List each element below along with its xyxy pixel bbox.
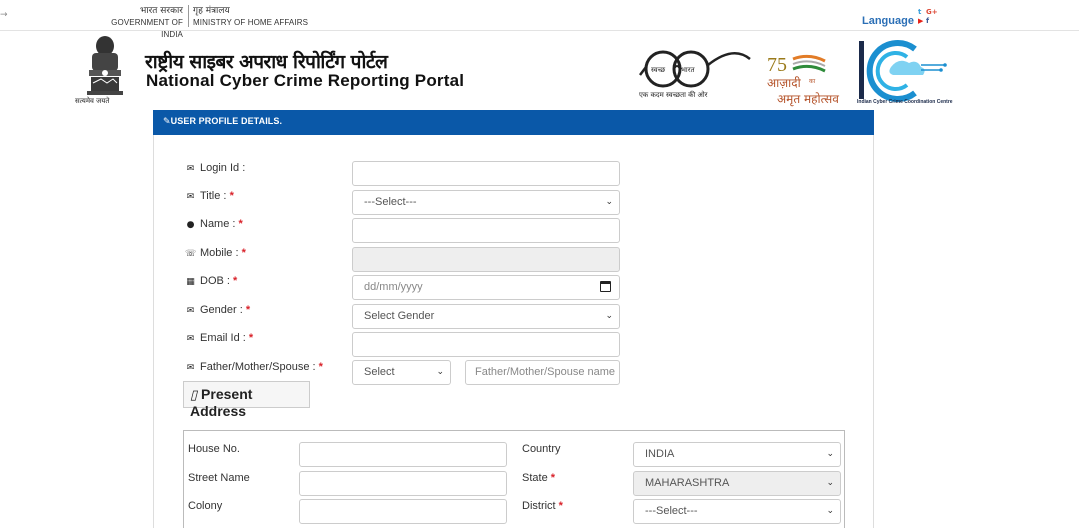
chevron-down-icon: ⌄	[605, 311, 613, 321]
street-name-label: Street Name	[188, 472, 250, 484]
login-id-label: ✉ Login Id :	[186, 162, 246, 174]
envelope-icon: ✉	[186, 306, 195, 316]
edit-icon: ✎	[163, 117, 171, 127]
national-emblem-icon	[87, 36, 123, 95]
required-mark: *	[318, 361, 323, 373]
state-label: State *	[522, 472, 556, 484]
chevron-down-icon: ⌄	[605, 197, 613, 207]
chevron-down-icon: ⌄	[826, 506, 834, 516]
email-input[interactable]	[352, 332, 620, 357]
chevron-down-icon: ⌄	[436, 367, 444, 377]
portal-title: National Cyber Crime Reporting Portal	[146, 71, 465, 90]
required-mark: *	[233, 275, 238, 287]
language-link[interactable]: Language	[862, 15, 914, 27]
required-mark: *	[238, 218, 243, 230]
state-select[interactable]: MAHARASHTRA ⌄	[633, 471, 841, 496]
swachh-caption: एक कदम स्वच्छता की ओर	[639, 91, 708, 99]
mobile-input[interactable]	[352, 247, 620, 272]
gender-label: ✉ Gender : *	[186, 304, 251, 316]
google-plus-icon[interactable]: G+	[926, 9, 938, 16]
mobile-label: ☏ Mobile : *	[185, 247, 246, 259]
email-label: ✉ Email Id : *	[186, 332, 254, 344]
district-label: District *	[522, 500, 563, 512]
user-icon: ●	[186, 220, 195, 230]
title-label: ✉ Title : *	[186, 190, 234, 202]
azadi-ka: का	[809, 78, 816, 85]
gender-select[interactable]: Select Gender ⌄	[352, 304, 620, 329]
ministry-of-home-affairs: गृह मंत्रालय MINISTRY OF HOME AFFAIRS	[193, 5, 308, 29]
required-mark: *	[241, 247, 246, 259]
login-id-input[interactable]	[352, 161, 620, 186]
i4c-caption: Indian Cyber Crime Coordination Centre	[857, 99, 953, 105]
divider	[188, 5, 189, 27]
colony-input[interactable]	[299, 499, 507, 524]
country-select[interactable]: INDIA ⌄	[633, 442, 841, 467]
calendar-picker-icon[interactable]	[600, 281, 611, 292]
house-no-input[interactable]	[299, 442, 507, 467]
street-name-input[interactable]	[299, 471, 507, 496]
emblem-caption: सत्यमेव जयते	[75, 97, 110, 105]
chevron-down-icon: ⌄	[826, 478, 834, 488]
twitter-icon[interactable]: t	[918, 9, 921, 16]
house-no-label: House No.	[188, 443, 240, 455]
name-label: ● Name : *	[186, 218, 243, 230]
amrit-mahotsav-text: अमृत महोत्सव	[777, 92, 839, 107]
swachh-left-text: स्वच्छ	[651, 66, 666, 74]
required-mark: *	[558, 500, 563, 512]
required-mark: *	[229, 190, 234, 202]
country-label: Country	[522, 443, 561, 455]
title-select[interactable]: ---Select--- ⌄	[352, 190, 620, 215]
envelope-icon: ✉	[186, 164, 195, 174]
ministry-english: MINISTRY OF HOME AFFAIRS	[193, 18, 309, 27]
address-card-icon: ▯	[190, 387, 198, 402]
gov-hindi: भारत सरकार	[139, 6, 183, 16]
swachh-right-text: भारत	[681, 66, 696, 74]
calendar-icon: ▦	[186, 277, 195, 287]
envelope-icon: ✉	[186, 334, 195, 344]
required-mark: *	[245, 304, 251, 316]
envelope-icon: ✉	[186, 363, 195, 373]
relation-name-input[interactable]: Father/Mother/Spouse name	[465, 360, 620, 385]
phone-icon: ☏	[185, 249, 197, 259]
panel-title: USER PROFILE DETAILS.	[170, 116, 283, 126]
dob-input[interactable]: dd/mm/yyyy	[352, 275, 620, 300]
name-input[interactable]	[352, 218, 620, 243]
azadi-number: 75	[767, 54, 787, 76]
required-mark: *	[550, 472, 556, 484]
colony-label: Colony	[188, 500, 223, 512]
dob-label: ▦ DOB : *	[186, 275, 238, 287]
social-icons: t G+ ▶ f	[917, 8, 938, 28]
ministry-hindi: गृह मंत्रालय	[193, 6, 230, 16]
site-header: सत्यमेव जयते राष्ट्रीय साइबर अपराध रिपोर…	[75, 31, 1065, 109]
chevron-down-icon: ⌄	[826, 449, 834, 459]
panel-header: ✎USER PROFILE DETAILS.	[153, 110, 874, 135]
present-address-button[interactable]: ▯ Present Address	[183, 381, 310, 419]
relation-select[interactable]: Select ⌄	[352, 360, 451, 385]
youtube-icon[interactable]: ▶	[918, 18, 923, 25]
top-bar: → भारत सरकार GOVERNMENT OF INDIA गृह मंत…	[0, 0, 1079, 39]
facebook-icon[interactable]: f	[926, 18, 929, 25]
envelope-icon: ✉	[186, 192, 195, 202]
required-mark: *	[248, 332, 254, 344]
azadi-ka-amrit-mahotsav-logo: 75 आज़ादी का अमृत महोत्सव	[767, 54, 839, 107]
district-select[interactable]: ---Select--- ⌄	[633, 499, 841, 524]
arrow-icon: →	[0, 10, 8, 20]
azadi-text: आज़ादी	[767, 76, 802, 90]
relation-label: ✉ Father/Mother/Spouse : *	[186, 361, 323, 373]
